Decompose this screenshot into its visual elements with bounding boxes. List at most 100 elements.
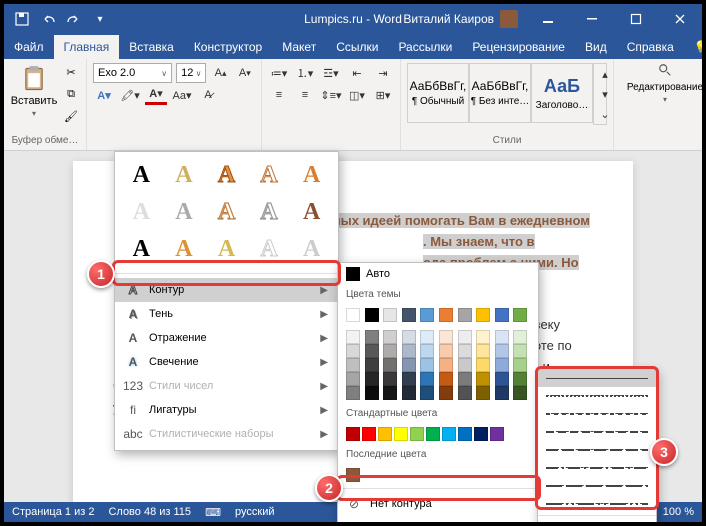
color-swatch[interactable]	[474, 427, 488, 441]
align-center-icon[interactable]: ≡	[294, 85, 316, 105]
tab-file[interactable]: Файл	[4, 35, 54, 59]
dash-style[interactable]	[538, 369, 656, 387]
dash-style[interactable]	[538, 405, 656, 423]
status-page[interactable]: Страница 1 из 2	[12, 506, 94, 518]
color-swatch[interactable]	[513, 330, 527, 344]
color-swatch[interactable]	[420, 386, 434, 400]
color-swatch[interactable]	[402, 330, 416, 344]
no-outline[interactable]: ⊘ Нет контура	[338, 491, 538, 517]
color-swatch[interactable]	[402, 308, 416, 322]
menu-glow[interactable]: A Свечение▶	[115, 350, 338, 374]
color-swatch[interactable]	[458, 308, 472, 322]
effect-preset[interactable]: A	[210, 162, 243, 189]
color-swatch[interactable]	[513, 308, 527, 322]
color-swatch[interactable]	[346, 386, 360, 400]
color-swatch[interactable]	[476, 358, 490, 372]
color-swatch[interactable]	[476, 330, 490, 344]
align-left-icon[interactable]: ≡	[268, 85, 290, 105]
color-swatch[interactable]	[346, 358, 360, 372]
redo-icon[interactable]	[66, 11, 82, 27]
bullets-icon[interactable]: ≔▾	[268, 63, 290, 83]
color-swatch[interactable]	[439, 372, 453, 386]
font-name-combo[interactable]: Exo 2.0∨	[93, 63, 172, 83]
outline-auto[interactable]: Авто	[338, 263, 538, 285]
color-swatch[interactable]	[495, 344, 509, 358]
color-swatch[interactable]	[365, 308, 379, 322]
color-swatch[interactable]	[476, 308, 490, 322]
color-swatch[interactable]	[420, 308, 434, 322]
borders-icon[interactable]: ⊞▾	[372, 85, 394, 105]
color-swatch[interactable]	[442, 427, 456, 441]
color-swatch[interactable]	[402, 386, 416, 400]
color-swatch[interactable]	[365, 344, 379, 358]
effect-preset[interactable]: A	[125, 162, 158, 189]
effect-preset[interactable]: A	[210, 199, 243, 226]
color-swatch[interactable]	[346, 372, 360, 386]
effect-preset[interactable]: A	[253, 162, 286, 189]
color-swatch[interactable]	[346, 308, 360, 322]
color-swatch[interactable]	[439, 344, 453, 358]
color-swatch[interactable]	[383, 344, 397, 358]
color-swatch[interactable]	[420, 330, 434, 344]
tab-references[interactable]: Ссылки	[326, 35, 388, 59]
color-swatch[interactable]	[513, 344, 527, 358]
color-swatch[interactable]	[362, 427, 376, 441]
styles-expand-icon[interactable]: ⌄	[594, 104, 616, 124]
effect-preset[interactable]: A	[253, 236, 286, 263]
color-swatch[interactable]	[410, 427, 424, 441]
color-swatch[interactable]	[458, 427, 472, 441]
more-outline-colors[interactable]: 🎨 Другие цвета контура…	[338, 517, 538, 522]
tab-view[interactable]: Вид	[575, 35, 617, 59]
tab-home[interactable]: Главная	[54, 35, 120, 59]
effect-preset[interactable]: A	[295, 236, 328, 263]
color-swatch[interactable]	[365, 386, 379, 400]
maximize-icon[interactable]	[614, 4, 658, 34]
color-swatch[interactable]	[346, 330, 360, 344]
undo-icon[interactable]	[40, 11, 56, 27]
color-swatch[interactable]	[383, 308, 397, 322]
color-swatch[interactable]	[458, 372, 472, 386]
color-swatch[interactable]	[439, 308, 453, 322]
color-swatch[interactable]	[402, 372, 416, 386]
tab-assist[interactable]: 💡Помощ	[684, 35, 702, 59]
dash-style[interactable]	[538, 477, 656, 495]
menu-reflection[interactable]: A Отражение▶	[115, 326, 338, 350]
tab-review[interactable]: Рецензирование	[462, 35, 575, 59]
format-painter-icon[interactable]: 🖌	[62, 107, 80, 125]
color-swatch[interactable]	[365, 372, 379, 386]
multilevel-icon[interactable]: ☲▾	[320, 63, 342, 83]
color-swatch[interactable]	[513, 372, 527, 386]
highlight-icon[interactable]: 🖍▾	[119, 85, 141, 105]
menu-shadow[interactable]: A Тень▶	[115, 302, 338, 326]
color-swatch[interactable]	[383, 372, 397, 386]
dash-style[interactable]	[538, 387, 656, 405]
styles-scroll-down-icon[interactable]: ▾	[594, 84, 616, 104]
style-normal[interactable]: АаБбВвГг, ¶ Обычный	[407, 63, 469, 123]
color-swatch[interactable]	[383, 386, 397, 400]
color-swatch[interactable]	[439, 386, 453, 400]
qat-customize-icon[interactable]: ▾	[92, 11, 108, 27]
color-swatch[interactable]	[439, 358, 453, 372]
shrink-font-icon[interactable]: A▾	[235, 63, 255, 83]
dash-style[interactable]	[538, 441, 656, 459]
color-swatch[interactable]	[420, 344, 434, 358]
style-heading[interactable]: АаБ Заголово…	[531, 63, 593, 123]
color-swatch[interactable]	[458, 358, 472, 372]
text-effects-button[interactable]: A▾	[93, 85, 115, 105]
color-swatch[interactable]	[365, 330, 379, 344]
color-swatch[interactable]	[365, 358, 379, 372]
color-swatch[interactable]	[346, 468, 360, 482]
effect-preset[interactable]: A	[253, 199, 286, 226]
color-swatch[interactable]	[476, 386, 490, 400]
color-swatch[interactable]	[383, 358, 397, 372]
effect-preset[interactable]: A	[168, 162, 201, 189]
color-swatch[interactable]	[476, 372, 490, 386]
line-spacing-icon[interactable]: ⇕≡▾	[320, 85, 342, 105]
close-icon[interactable]	[658, 4, 702, 34]
more-lines[interactable]: ┄ Другие линии…	[538, 518, 656, 522]
color-swatch[interactable]	[420, 358, 434, 372]
dash-style[interactable]	[538, 495, 656, 513]
color-swatch[interactable]	[402, 344, 416, 358]
font-color-icon[interactable]: A▾	[145, 85, 167, 105]
font-size-combo[interactable]: 12∨	[176, 63, 206, 83]
